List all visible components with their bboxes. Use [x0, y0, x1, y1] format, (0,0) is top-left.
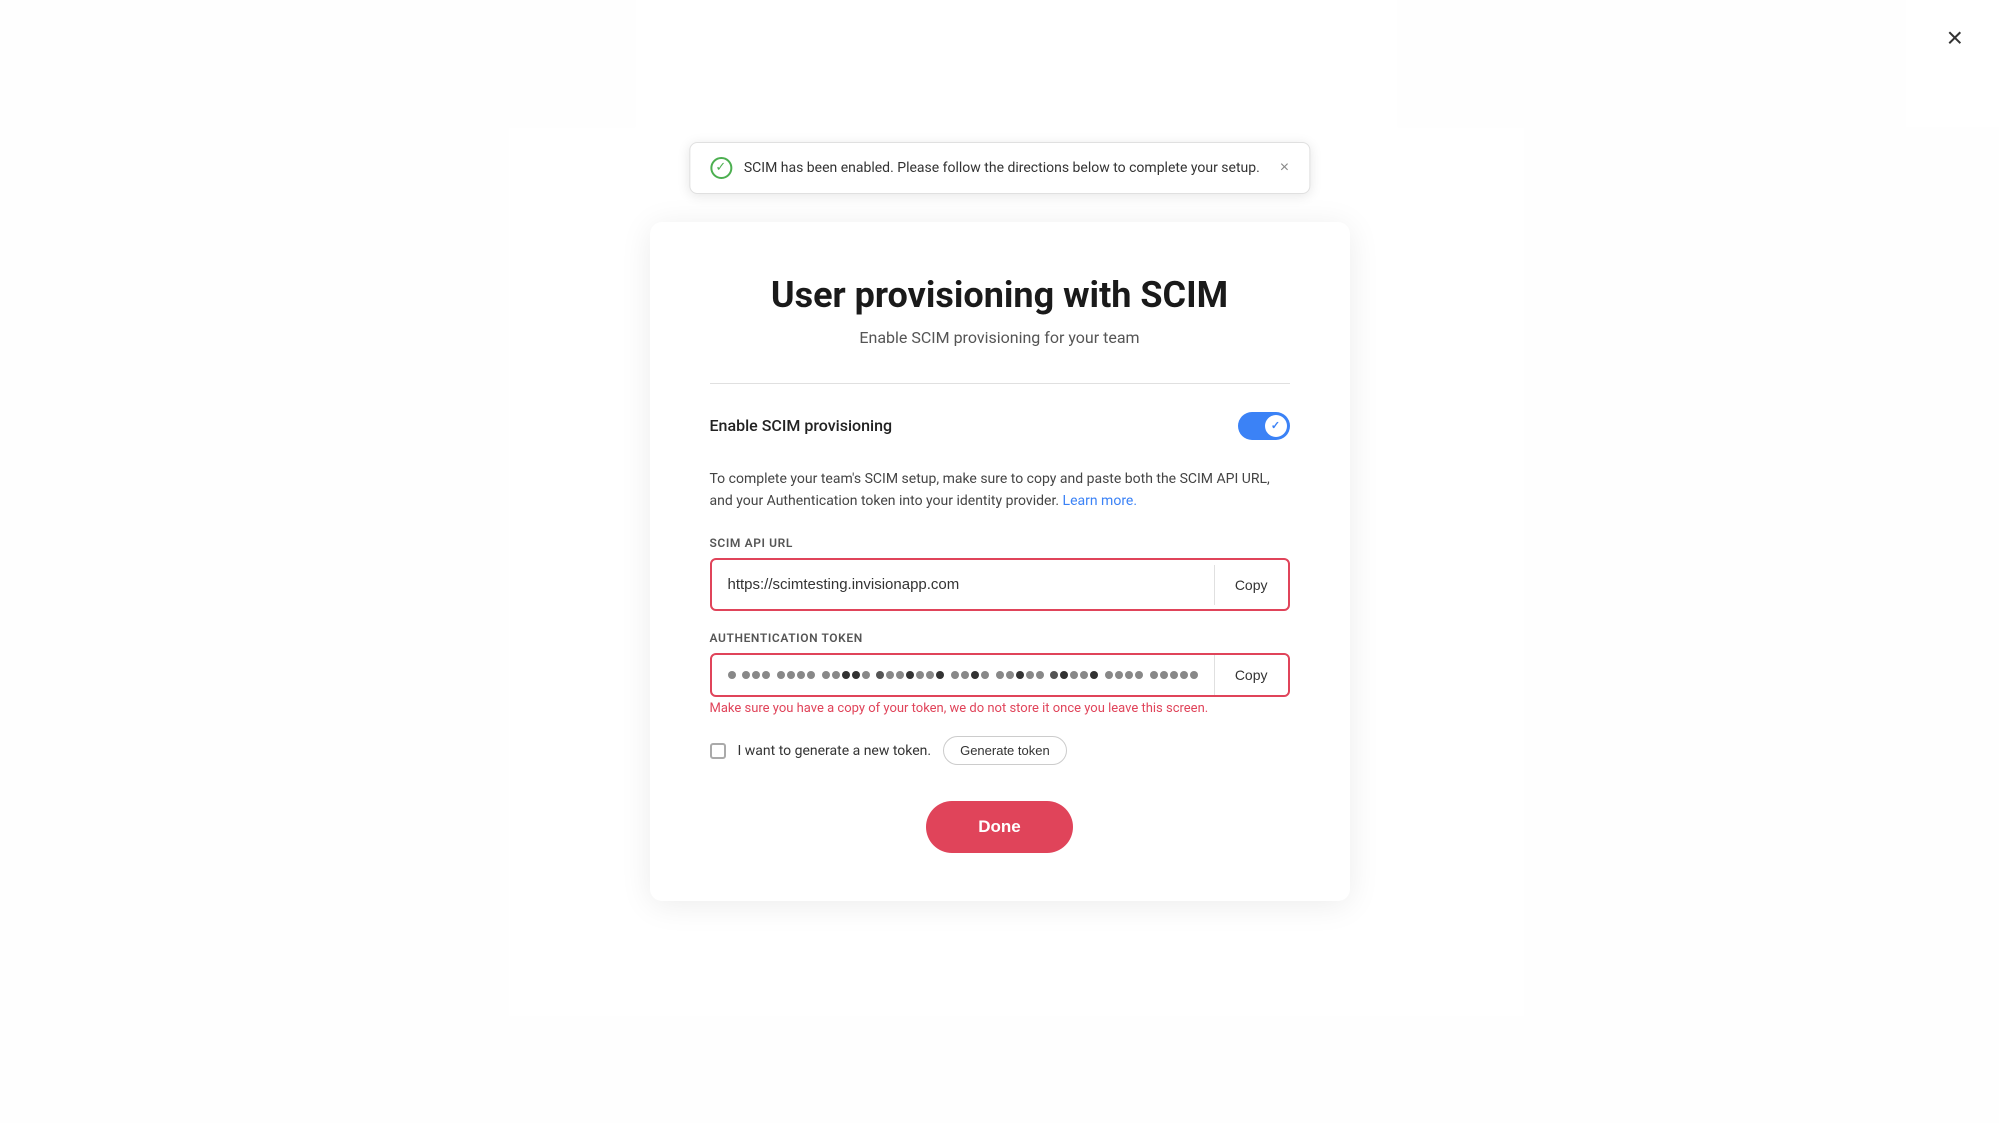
dot-group-1 [728, 671, 736, 679]
toggle-label: Enable SCIM provisioning [710, 416, 893, 435]
modal-container: ✓ SCIM has been enabled. Please follow t… [650, 222, 1350, 902]
dot-group-10 [1150, 671, 1198, 679]
scim-toggle-row: Enable SCIM provisioning ✓ [710, 412, 1290, 440]
generate-token-button[interactable]: Generate token [943, 736, 1067, 765]
auth-token-field: Authentication token [710, 631, 1290, 716]
toggle-check-icon: ✓ [1271, 419, 1280, 432]
done-button-row: Done [710, 801, 1290, 853]
close-button[interactable]: × [1947, 24, 1963, 52]
scim-api-url-input-row: Copy [710, 558, 1290, 611]
scim-api-url-field: SCIM API URL Copy [710, 536, 1290, 611]
scim-api-url-label: SCIM API URL [710, 536, 1290, 550]
dot-group-9 [1105, 671, 1143, 679]
page-subtitle: Enable SCIM provisioning for your team [710, 328, 1290, 347]
toast-success-icon: ✓ [710, 157, 732, 179]
auth-token-warning: Make sure you have a copy of your token,… [710, 701, 1290, 716]
description-text: To complete your team's SCIM setup, make… [710, 468, 1290, 513]
toast-close-button[interactable]: × [1280, 159, 1289, 177]
dot-group-6 [951, 671, 989, 679]
auth-token-label: Authentication token [710, 631, 1290, 645]
page-title: User provisioning with SCIM [710, 274, 1290, 316]
dot-group-3 [777, 671, 815, 679]
scim-toggle[interactable]: ✓ [1238, 412, 1290, 440]
section-divider [710, 383, 1290, 384]
new-token-label: I want to generate a new token. [738, 743, 932, 759]
dot-group-8 [1050, 671, 1098, 679]
modal-overlay: × ✓ SCIM has been enabled. Please follow… [0, 0, 1999, 1123]
description-text-before-link: To complete your team's SCIM setup, make… [710, 471, 1270, 509]
dot-group-7 [996, 671, 1044, 679]
scim-api-url-copy-button[interactable]: Copy [1214, 565, 1288, 605]
auth-token-copy-button[interactable]: Copy [1214, 655, 1288, 695]
dot-group-2 [742, 671, 770, 679]
toast-message: SCIM has been enabled. Please follow the… [744, 160, 1260, 176]
dot-group-4 [822, 671, 870, 679]
toast-notification: ✓ SCIM has been enabled. Please follow t… [689, 142, 1310, 194]
auth-token-dots [712, 655, 1214, 695]
learn-more-link[interactable]: Learn more. [1063, 493, 1138, 509]
new-token-checkbox[interactable] [710, 743, 726, 759]
new-token-row: I want to generate a new token. Generate… [710, 736, 1290, 765]
auth-token-input-row: Copy [710, 653, 1290, 697]
done-button[interactable]: Done [926, 801, 1073, 853]
dot-group-5 [876, 671, 944, 679]
toggle-knob: ✓ [1265, 415, 1287, 437]
scim-api-url-input[interactable] [712, 560, 1214, 609]
